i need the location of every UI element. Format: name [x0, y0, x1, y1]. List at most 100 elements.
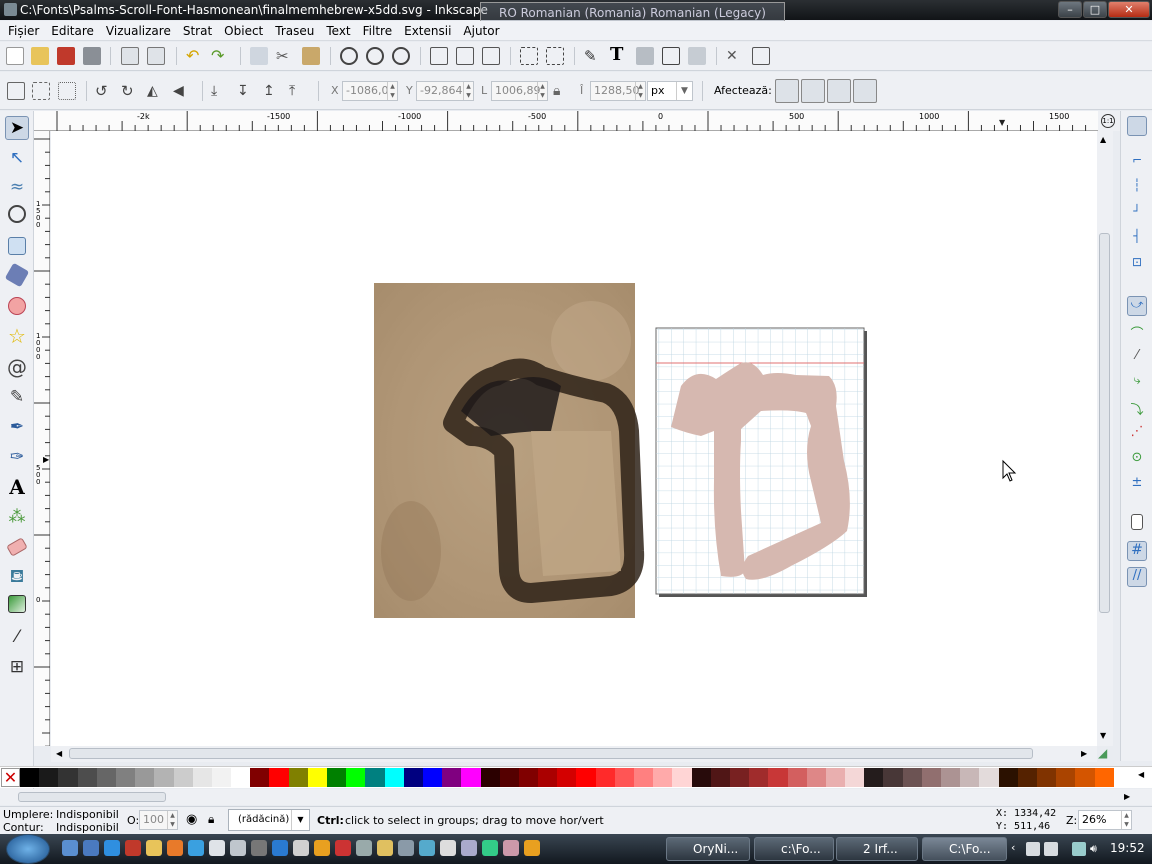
color-swatch[interactable]: [135, 768, 155, 787]
color-swatch[interactable]: [365, 768, 385, 787]
rotate-ccw-icon[interactable]: ↺: [95, 82, 113, 100]
zoom-page-icon[interactable]: [392, 47, 410, 65]
deselect-icon[interactable]: [58, 82, 76, 100]
glyph-grid-page[interactable]: [655, 327, 867, 597]
menu-filters[interactable]: Filtre: [357, 21, 398, 41]
duplicate-icon[interactable]: [430, 47, 448, 65]
color-swatch[interactable]: [384, 768, 404, 787]
enable-snapping-icon[interactable]: [1127, 116, 1147, 136]
color-swatch[interactable]: [941, 768, 961, 787]
close-button[interactable]: ✕: [1108, 1, 1150, 18]
chevron-down-icon[interactable]: ▼: [676, 82, 692, 100]
taskbar-scroll-left-icon[interactable]: ‹: [1011, 841, 1015, 854]
clone-icon[interactable]: [456, 47, 474, 65]
color-swatch[interactable]: [307, 768, 327, 787]
quick-launch-icon[interactable]: [293, 840, 309, 856]
menu-help[interactable]: Ajutor: [457, 21, 505, 41]
snap-paths-icon[interactable]: ⌒: [1127, 323, 1147, 343]
color-swatch[interactable]: [672, 768, 692, 787]
no-paint-swatch[interactable]: ✕: [1, 768, 20, 787]
color-swatch[interactable]: [20, 768, 40, 787]
color-swatch[interactable]: [288, 768, 308, 787]
menu-file[interactable]: Fișier: [0, 21, 45, 41]
color-swatch[interactable]: [921, 768, 941, 787]
dropper-tool-icon[interactable]: ⁄: [5, 625, 29, 649]
connector-tool-icon[interactable]: ⊞: [5, 655, 29, 679]
snap-midpoints-icon[interactable]: ⋰: [1127, 424, 1147, 444]
snap-cusp-nodes-icon[interactable]: ⤷: [1127, 373, 1147, 393]
vertical-scroll-thumb[interactable]: [1099, 233, 1110, 613]
paste-icon[interactable]: [302, 47, 320, 65]
quick-launch-icon[interactable]: [125, 840, 141, 856]
transform-patterns-toggle[interactable]: [853, 79, 877, 103]
width-field[interactable]: 1006,89 ▲ ▼: [491, 81, 548, 101]
scale-stroke-toggle[interactable]: [775, 79, 799, 103]
color-swatch[interactable]: [1075, 768, 1095, 787]
text-font-icon[interactable]: T: [610, 45, 628, 65]
color-swatch[interactable]: [480, 768, 500, 787]
start-button[interactable]: [6, 834, 50, 864]
export-icon[interactable]: [147, 47, 165, 65]
color-swatch[interactable]: [154, 768, 174, 787]
color-swatch[interactable]: [422, 768, 443, 787]
taskbar-item-inkscape[interactable]: C:\Fo...: [922, 837, 1007, 861]
raise-icon[interactable]: ↥: [263, 82, 281, 100]
color-swatch[interactable]: [998, 768, 1018, 787]
zoom-tool-icon[interactable]: [8, 205, 26, 223]
color-swatch[interactable]: [346, 768, 366, 787]
menu-view[interactable]: Vizualizare: [100, 21, 177, 41]
calligraphy-tool-icon[interactable]: ✑: [5, 445, 29, 469]
horizontal-scroll-thumb[interactable]: [69, 748, 1033, 759]
spiral-tool-icon[interactable]: @: [5, 355, 29, 379]
color-swatch[interactable]: [845, 768, 865, 787]
color-swatch[interactable]: [499, 768, 519, 787]
clock[interactable]: 19:52: [1110, 841, 1145, 855]
align-distribute-icon[interactable]: [688, 47, 706, 65]
color-swatch[interactable]: [39, 768, 59, 787]
zoom-field[interactable]: 26% ▲ ▼: [1078, 810, 1132, 830]
star-tool-icon[interactable]: ☆: [5, 324, 29, 348]
color-swatch[interactable]: [77, 768, 97, 787]
color-swatch[interactable]: [614, 768, 634, 787]
quick-launch-icon[interactable]: [524, 840, 540, 856]
snap-page-border-icon[interactable]: [1131, 514, 1143, 530]
cut-icon[interactable]: ✂: [276, 47, 294, 65]
eraser-tool-icon[interactable]: [6, 537, 28, 557]
save-icon[interactable]: [57, 47, 75, 65]
color-swatch[interactable]: [979, 768, 999, 787]
height-field[interactable]: 1288,50 ▲ ▼: [590, 81, 646, 101]
horizontal-scrollbar[interactable]: ◀ ▶: [51, 746, 1097, 762]
new-document-icon[interactable]: [6, 47, 24, 65]
tray-icon[interactable]: [1026, 842, 1040, 856]
color-swatch[interactable]: [442, 768, 462, 787]
lock-proportions-icon[interactable]: 🔒︎: [553, 82, 571, 100]
color-swatch[interactable]: [269, 768, 289, 787]
color-swatch[interactable]: [211, 768, 232, 787]
pencil-tool-icon[interactable]: ✎: [5, 385, 29, 409]
unit-select[interactable]: px ▼: [647, 81, 693, 101]
color-swatch[interactable]: [403, 768, 423, 787]
ellipse-tool-icon[interactable]: [8, 297, 26, 315]
quick-launch-icon[interactable]: [482, 840, 498, 856]
redo-icon[interactable]: ↷: [211, 47, 229, 65]
maximize-button[interactable]: □: [1083, 1, 1107, 18]
color-swatch[interactable]: [595, 768, 615, 787]
rectangle-tool-icon[interactable]: [8, 237, 26, 255]
color-swatch[interactable]: [231, 768, 251, 787]
snap-object-centers-icon[interactable]: ⊙: [1127, 450, 1147, 470]
paint-bucket-tool-icon[interactable]: ⛾: [5, 565, 29, 589]
color-swatch[interactable]: [96, 768, 116, 787]
taskbar-item-explorer[interactable]: c:\Fo...: [754, 837, 834, 861]
color-swatch[interactable]: [557, 768, 577, 787]
3d-box-tool-icon[interactable]: [4, 262, 30, 288]
scroll-right-icon[interactable]: ▶: [1081, 749, 1087, 758]
quick-launch-icon[interactable]: [335, 840, 351, 856]
palette-scroll-thumb[interactable]: [18, 792, 166, 802]
color-swatch[interactable]: [115, 768, 136, 787]
color-swatch[interactable]: [768, 768, 788, 787]
quick-launch-icon[interactable]: [146, 840, 162, 856]
snap-bbox-centers-icon[interactable]: ⊡: [1127, 255, 1147, 275]
quick-launch-icon[interactable]: [461, 840, 477, 856]
scroll-photo[interactable]: [374, 283, 645, 618]
document-properties-icon[interactable]: [752, 47, 770, 65]
